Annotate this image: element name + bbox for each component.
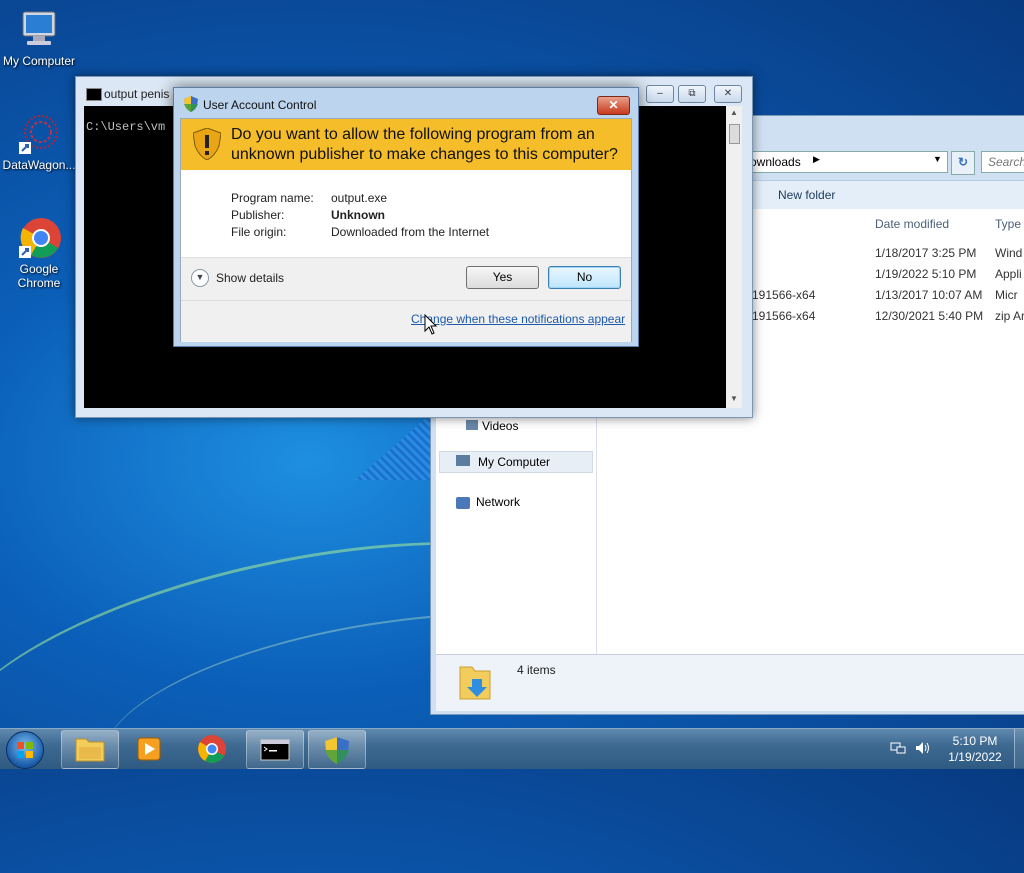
network-icon — [456, 496, 470, 509]
minimize-button[interactable]: – — [646, 85, 674, 103]
column-header-date[interactable]: Date modified — [875, 217, 949, 231]
uac-footer: ▼ Show details Yes No Change when these … — [181, 257, 631, 342]
row-date: 1/19/2022 5:10 PM — [875, 267, 977, 281]
uac-content: Do you want to allow the following progr… — [180, 118, 632, 342]
address-bar[interactable]: ownloads ▶ ▼ — [746, 151, 948, 173]
scrollbar[interactable]: ▲ ▼ — [726, 106, 742, 408]
desktop-icon-datawagon[interactable]: DataWagon... — [1, 112, 77, 172]
yes-button[interactable]: Yes — [466, 266, 539, 289]
detail-label: File origin: — [231, 225, 287, 239]
detail-label: Program name: — [231, 191, 314, 205]
nav-item-videos[interactable]: Videos — [466, 419, 518, 433]
uac-warning-banner: Do you want to allow the following progr… — [181, 119, 631, 170]
column-header-type[interactable]: Type — [995, 217, 1021, 231]
taskbar-uac-button[interactable] — [308, 730, 366, 769]
uac-question: Do you want to allow the following progr… — [231, 126, 618, 163]
desktop-icon-label: DataWagon... — [2, 158, 76, 172]
status-bar: 4 items — [436, 654, 1024, 711]
mouse-cursor-icon — [424, 313, 438, 339]
nav-item-label: My Computer — [478, 455, 551, 469]
desktop-icon-label: My Computer — [2, 54, 76, 68]
start-button[interactable] — [6, 731, 44, 769]
computer-icon — [17, 8, 61, 52]
row-name: 191566-x64 — [752, 309, 816, 323]
taskbar-console-button[interactable] — [246, 730, 304, 769]
downloads-folder-icon — [458, 661, 492, 701]
show-desktop-button[interactable] — [1014, 729, 1024, 768]
item-count: 4 items — [517, 663, 556, 677]
scroll-up-icon[interactable]: ▲ — [726, 108, 742, 117]
breadcrumb: ownloads — [750, 155, 801, 169]
scroll-down-icon[interactable]: ▼ — [726, 394, 742, 403]
warning-shield-icon — [192, 127, 222, 161]
uac-dialog: User Account Control ✕ Do you want to al… — [173, 87, 639, 347]
row-date: 1/18/2017 3:25 PM — [875, 246, 977, 260]
show-details-toggle[interactable]: Show details — [216, 271, 284, 285]
divider — [181, 300, 631, 301]
clock-date: 1/19/2022 — [948, 750, 1002, 764]
new-folder-button[interactable]: New folder — [778, 188, 835, 202]
close-button[interactable]: ✕ — [597, 96, 630, 115]
search-input[interactable]: Search — [981, 151, 1024, 173]
taskbar-chrome-button[interactable] — [184, 730, 240, 767]
row-type: zip Ar — [995, 309, 1024, 323]
nav-item-my-computer[interactable]: My Computer — [439, 451, 593, 473]
network-tray-icon[interactable] — [890, 740, 906, 756]
dialog-title: User Account Control — [203, 98, 317, 112]
restore-button[interactable]: ⧉ — [678, 85, 706, 103]
console-prompt: C:\Users\vm — [86, 120, 166, 134]
desktop-icon-label: Google Chrome — [17, 262, 61, 290]
wallpaper-logo — [355, 410, 435, 480]
nav-item-network[interactable]: Network — [456, 495, 520, 509]
taskbar-explorer-button[interactable] — [61, 730, 119, 769]
row-date: 1/13/2017 10:07 AM — [875, 288, 983, 302]
folder-icon — [75, 738, 105, 762]
taskbar: 5:10 PM 1/19/2022 — [0, 728, 1024, 769]
row-name: 191566-x64 — [752, 288, 816, 302]
chevron-down-icon[interactable]: ▼ — [191, 269, 209, 287]
desktop-icon-my-computer[interactable]: My Computer — [1, 8, 77, 68]
console-icon — [86, 88, 102, 101]
breadcrumb-arrow-icon: ▶ — [813, 154, 820, 164]
computer-icon — [456, 455, 470, 466]
shield-icon — [184, 96, 198, 112]
no-button[interactable]: No — [548, 266, 621, 289]
clock[interactable]: 5:10 PM 1/19/2022 — [940, 733, 1010, 765]
nav-item-label: Network — [476, 495, 521, 509]
detail-label: Publisher: — [231, 208, 285, 222]
videos-icon — [466, 420, 478, 430]
chrome-icon — [17, 216, 61, 260]
taskbar-media-player-button[interactable] — [122, 730, 178, 767]
windows-logo-icon — [17, 742, 33, 758]
publisher-value: Unknown — [331, 208, 385, 222]
row-type: Micr — [995, 288, 1018, 302]
row-date: 12/30/2021 5:40 PM — [875, 309, 984, 323]
close-button[interactable]: ✕ — [714, 85, 742, 103]
console-icon — [260, 739, 290, 761]
chevron-down-icon[interactable]: ▼ — [933, 154, 942, 164]
volume-icon[interactable] — [914, 740, 932, 756]
media-player-icon — [137, 737, 161, 761]
notifications-settings-link[interactable]: Change when these notifications appear — [411, 312, 625, 326]
row-type: Wind — [995, 246, 1023, 260]
file-origin-value: Downloaded from the Internet — [331, 225, 490, 239]
datawagon-icon — [17, 112, 61, 156]
refresh-button[interactable]: ↻ — [951, 151, 975, 175]
program-name-value: output.exe — [331, 191, 388, 205]
shield-icon — [325, 737, 349, 764]
nav-item-label: Videos — [482, 419, 519, 433]
scroll-thumb[interactable] — [729, 124, 740, 144]
clock-time: 5:10 PM — [952, 734, 998, 748]
desktop-icon-google-chrome[interactable]: Google Chrome — [1, 216, 77, 290]
row-type: Appli — [995, 267, 1022, 281]
window-title: output penis — [104, 87, 170, 101]
chrome-icon — [198, 735, 226, 763]
